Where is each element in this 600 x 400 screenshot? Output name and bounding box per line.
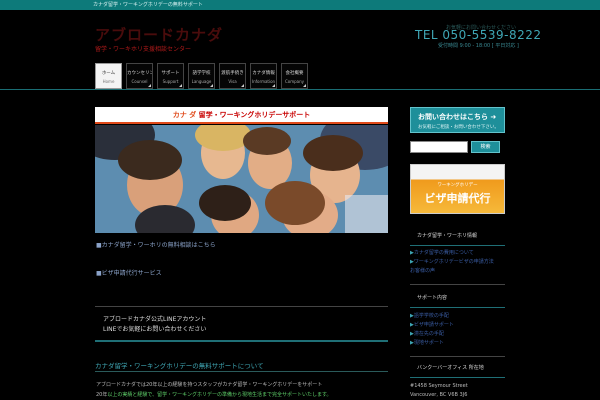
site-logo[interactable]: アブロードカナダ [95,24,223,45]
group-photo-illustration [95,125,388,233]
visa-application-banner[interactable]: ワーキングホリデー ビザ申請代行 [410,164,505,214]
nav-divider [0,89,600,90]
hero-title-prefix: カナ ダ [172,111,199,119]
line-account-box[interactable]: アブロードカナダ公式LINEアカウント LINEでお気軽にお問い合わせください [95,306,388,342]
sidebar-link[interactable]: ▶ビザ申請サポート [410,321,454,328]
nav-label: カナダ情報 [252,71,275,76]
hero-group-photo [95,125,388,233]
hero-banner-title: カナ ダ 留学・ワーキングホリデーサポート [95,107,388,124]
contact-button[interactable]: お問い合わせはこちら ➜ お気軽にご相談・お問い合わせ下さい。 [410,107,505,133]
sidebar-link[interactable]: ▶語学学校の手配 [410,312,449,319]
sidebar-link[interactable]: ▶滞在先の手配 [410,330,444,337]
line-box-text-2: LINEでお気軽にお問い合わせください [103,326,207,333]
sidebar-heading-support: サポート内容 [410,294,505,308]
body-text-highlight: 以上の実績と経験で、留学・ワーキングホリデーの準備から現地生活まで完全サポートい… [107,392,332,398]
sidebar-divider [410,356,505,357]
nav-item-home[interactable]: ホーム Home [95,63,122,89]
nav-label: サポート [161,71,180,76]
sidebar-link[interactable]: お客様の声 [410,267,435,274]
sidebar-link-label: カナダ留学の費用について [413,250,474,256]
nav-item-information[interactable]: カナダ情報 Information [250,63,277,89]
contact-button-label: お問い合わせはこちら ➜ [418,113,497,121]
top-bar: カナダ留学・ワーキングホリデーの無料サポート [0,0,600,10]
visa-banner-subtitle: ワーキングホリデー [437,183,478,188]
body-text-line-1: アブロードカナダでは20年以上の経験を持つスタッフがカナダ留学・ワーキングホリデ… [96,382,323,388]
office-address-line-1: #1458 Seymour Street [410,383,468,389]
nav-label: 渡航手続き [221,71,244,76]
line-box-text-1: アブロードカナダ公式LINEアカウント [103,316,207,323]
nav-label: 語学学校 [192,71,211,76]
top-bar-text: カナダ留学・ワーキングホリデーの無料サポート [93,2,203,8]
corner-arrow-icon [179,84,182,87]
nav-item-support[interactable]: サポート Support [157,63,184,89]
nav-item-counsel[interactable]: カウンセリングCounsel [126,63,153,89]
sidebar-link[interactable]: ▶現地サポート [410,339,444,346]
corner-arrow-icon [241,84,244,87]
sidebar-heading-info: カナダ留学・ワーホリ情報 [410,232,505,246]
sidebar-link-label: 現地サポート [413,340,444,346]
sidebar-link[interactable]: ▶カナダ留学の費用について [410,249,474,256]
visa-banner-title: ビザ申請代行 [424,192,491,205]
hero-title-highlight: 留学・ワーキングホリデーサポート [198,111,311,119]
nav-label: カウンセリング [127,71,152,76]
free-consult-link[interactable]: ■カナダ留学・ワーホリの無料相談はこちら [96,240,216,249]
search-button[interactable]: 検索 [471,141,500,153]
office-address-line-2: Vancouver, BC V6B 3J6 [410,392,468,398]
phone-number[interactable]: TEL 050-5539-8222 [415,28,542,42]
sidebar-link-label: 滞在先の手配 [413,331,444,337]
sidebar-divider [410,284,505,285]
sidebar-link-label: 語学学校の手配 [413,313,449,319]
corner-arrow-icon [148,84,151,87]
sidebar-link[interactable]: ▶ワーキングホリデービザの申請方法 [410,258,494,265]
contact-button-sublabel: お気軽にご相談・お問い合わせ下さい。 [418,125,499,130]
nav-label: 会社概要 [285,71,304,76]
nav-item-visa[interactable]: 渡航手続き Visa [219,63,246,89]
search-input[interactable] [410,141,468,153]
main-nav: ホーム Home カウンセリングCounsel サポートSupport 語学学校L… [95,63,312,89]
nav-item-company[interactable]: 会社概要 Company [281,63,308,89]
nav-sublabel: Home [102,79,115,84]
sidebar-link-label: ビザ申請サポート [413,322,454,328]
corner-arrow-icon [210,84,213,87]
site-header: アブロードカナダ 留学・ワーキホリ支援相談センター お気軽にお問い合わせください… [0,10,600,62]
site-tagline: 留学・ワーキホリ支援相談センター [95,46,192,53]
nav-item-language[interactable]: 語学学校 Language [188,63,215,89]
section-heading: カナダ留学・ワーキングホリデーの無料サポートについて [95,360,388,372]
sidebar-link-label: ワーキングホリデービザの申請方法 [413,259,494,265]
body-text-line-2: 20年以上の実績と経験で、留学・ワーキングホリデーの準備から現地生活まで完全サポ… [96,390,389,400]
visa-service-link[interactable]: ■ビザ申請代行サービス [96,268,162,277]
sidebar-link-label: お客様の声 [410,268,436,274]
corner-arrow-icon [272,84,275,87]
nav-label: ホーム [101,71,116,76]
sidebar-heading-office: バンクーバーオフィス 所在地 [410,364,505,378]
corner-arrow-icon [303,84,306,87]
body-text: アブロードカナダでは20年以上の経験を持つスタッフがカナダ留学・ワーキングホリデ… [96,380,389,400]
business-hours: 受付時間 9:00 - 18:00 [ 平日対応 ] [438,43,519,49]
body-text-prefix: 20年 [96,392,108,398]
